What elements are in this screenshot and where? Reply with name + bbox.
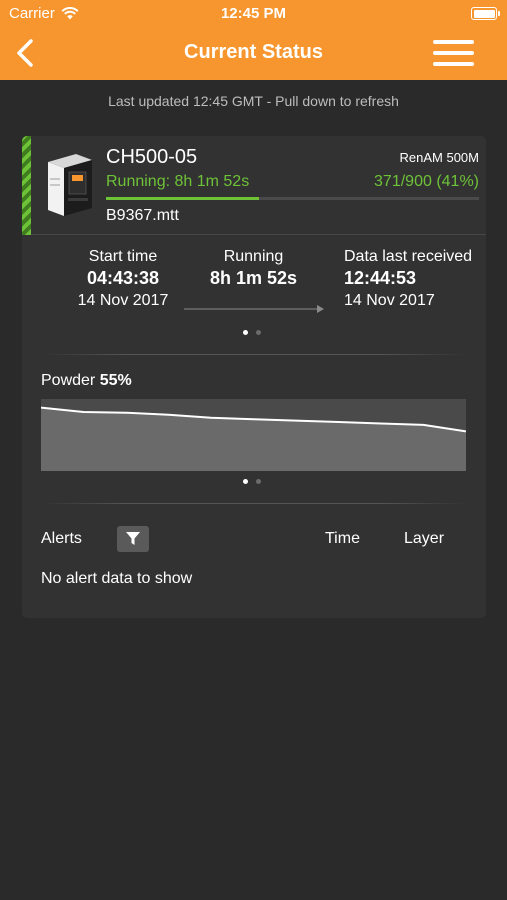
start-time-group: Start time 04:43:38 14 Nov 2017 [66,248,180,310]
powder-chart [41,399,466,471]
page-dot[interactable] [243,479,248,484]
alerts-empty-message: No alert data to show [41,570,193,587]
running-duration-label: Running [223,248,284,265]
hamburger-menu-icon[interactable] [433,38,474,68]
page-dot[interactable] [256,479,261,484]
machine-card[interactable]: CH500-05 RenAM 500M Running: 8h 1m 52s 3… [22,136,486,618]
machine-image [48,154,92,216]
data-received-time: 12:44:53 [344,268,417,288]
alerts-time-header[interactable]: Time [325,530,360,548]
alerts-layer-header[interactable]: Layer [404,530,444,548]
data-received-group: Data last received 12:44:53 14 Nov 2017 [344,248,472,310]
running-duration-value: 8h 1m 52s [209,268,298,288]
running-status: Running: 8h 1m 52s [106,173,250,190]
powder-value: 55% [99,372,132,389]
status-time: 12:45 PM [220,5,287,22]
powder-level: Powder 55% [41,372,132,390]
status-stripe [22,136,31,235]
section-divider [42,503,466,504]
build-file-name: B9367.mtt [106,207,179,224]
timeline-arrow-icon [184,305,324,313]
machine-card-header[interactable]: CH500-05 RenAM 500M Running: 8h 1m 52s 3… [22,136,486,235]
powder-label: Powder [41,372,96,389]
layer-progress-text: 371/900 (41%) [374,173,479,190]
running-duration-group: Running 8h 1m 52s [197,248,310,289]
battery-icon [471,7,500,20]
start-date-value: 14 Nov 2017 [77,292,169,309]
start-time-value: 04:43:38 [86,268,160,288]
page-dot[interactable] [243,330,248,335]
last-updated-text: Last updated 12:45 GMT - Pull down to re… [108,93,399,109]
build-progress-fill [106,197,259,200]
section-divider [42,354,466,355]
data-received-label: Data last received [344,248,473,265]
stats-page-indicator[interactable] [243,330,261,335]
nav-bar: Current Status [0,28,507,80]
page-title: Current Status [184,41,323,63]
filter-button[interactable] [117,526,149,552]
filter-funnel-icon [126,532,140,545]
alerts-header-row: Alerts Time Layer [22,526,486,556]
status-bar: Carrier 12:45 PM [0,0,507,28]
data-received-date: 14 Nov 2017 [344,292,435,309]
timing-stats-pager[interactable]: Start time 04:43:38 14 Nov 2017 Running … [22,236,486,344]
page-dot[interactable] [256,330,261,335]
alerts-label: Alerts [41,530,82,547]
machine-name: CH500-05 [106,146,198,168]
machine-model: RenAM 500M [399,150,479,165]
powder-page-indicator[interactable] [243,479,261,484]
build-progress-bar [106,197,479,200]
start-time-label: Start time [88,248,158,265]
